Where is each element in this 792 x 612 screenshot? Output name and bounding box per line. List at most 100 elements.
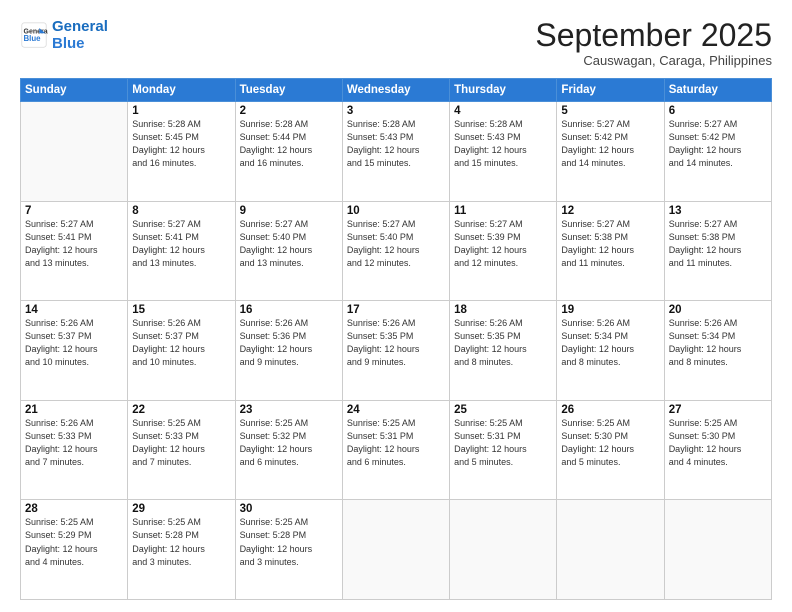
logo-line2: Blue [52, 35, 85, 52]
table-cell: 11Sunrise: 5:27 AM Sunset: 5:39 PM Dayli… [450, 201, 557, 301]
table-cell: 1Sunrise: 5:28 AM Sunset: 5:45 PM Daylig… [128, 102, 235, 202]
day-number: 5 [561, 105, 659, 117]
logo-text: General Blue [52, 18, 108, 53]
day-number: 19 [561, 304, 659, 316]
col-friday: Friday [557, 79, 664, 102]
day-number: 9 [240, 205, 338, 217]
day-number: 24 [347, 404, 445, 416]
day-info: Sunrise: 5:26 AM Sunset: 5:35 PM Dayligh… [454, 317, 552, 369]
day-number: 30 [240, 503, 338, 515]
table-cell: 20Sunrise: 5:26 AM Sunset: 5:34 PM Dayli… [664, 301, 771, 401]
day-info: Sunrise: 5:27 AM Sunset: 5:39 PM Dayligh… [454, 218, 552, 270]
day-number: 14 [25, 304, 123, 316]
table-cell: 9Sunrise: 5:27 AM Sunset: 5:40 PM Daylig… [235, 201, 342, 301]
table-cell: 16Sunrise: 5:26 AM Sunset: 5:36 PM Dayli… [235, 301, 342, 401]
day-number: 11 [454, 205, 552, 217]
day-number: 22 [132, 404, 230, 416]
day-number: 7 [25, 205, 123, 217]
location-subtitle: Causwagan, Caraga, Philippines [535, 53, 772, 68]
header: General Blue General Blue September 2025… [20, 18, 772, 68]
day-number: 13 [669, 205, 767, 217]
day-info: Sunrise: 5:28 AM Sunset: 5:44 PM Dayligh… [240, 118, 338, 170]
day-info: Sunrise: 5:26 AM Sunset: 5:34 PM Dayligh… [669, 317, 767, 369]
day-info: Sunrise: 5:27 AM Sunset: 5:41 PM Dayligh… [132, 218, 230, 270]
logo-icon: General Blue [20, 21, 48, 49]
table-cell: 15Sunrise: 5:26 AM Sunset: 5:37 PM Dayli… [128, 301, 235, 401]
day-number: 15 [132, 304, 230, 316]
day-info: Sunrise: 5:27 AM Sunset: 5:38 PM Dayligh… [669, 218, 767, 270]
table-cell: 14Sunrise: 5:26 AM Sunset: 5:37 PM Dayli… [21, 301, 128, 401]
day-info: Sunrise: 5:27 AM Sunset: 5:42 PM Dayligh… [561, 118, 659, 170]
day-number: 16 [240, 304, 338, 316]
day-number: 26 [561, 404, 659, 416]
day-info: Sunrise: 5:28 AM Sunset: 5:45 PM Dayligh… [132, 118, 230, 170]
col-tuesday: Tuesday [235, 79, 342, 102]
day-number: 17 [347, 304, 445, 316]
day-info: Sunrise: 5:25 AM Sunset: 5:31 PM Dayligh… [454, 417, 552, 469]
table-cell: 3Sunrise: 5:28 AM Sunset: 5:43 PM Daylig… [342, 102, 449, 202]
day-number: 27 [669, 404, 767, 416]
calendar-week-row: 7Sunrise: 5:27 AM Sunset: 5:41 PM Daylig… [21, 201, 772, 301]
calendar-week-row: 14Sunrise: 5:26 AM Sunset: 5:37 PM Dayli… [21, 301, 772, 401]
day-info: Sunrise: 5:26 AM Sunset: 5:36 PM Dayligh… [240, 317, 338, 369]
calendar-table: Sunday Monday Tuesday Wednesday Thursday… [20, 78, 772, 600]
calendar-week-row: 1Sunrise: 5:28 AM Sunset: 5:45 PM Daylig… [21, 102, 772, 202]
table-cell [557, 500, 664, 600]
table-cell: 24Sunrise: 5:25 AM Sunset: 5:31 PM Dayli… [342, 400, 449, 500]
day-info: Sunrise: 5:26 AM Sunset: 5:37 PM Dayligh… [25, 317, 123, 369]
table-cell: 22Sunrise: 5:25 AM Sunset: 5:33 PM Dayli… [128, 400, 235, 500]
day-info: Sunrise: 5:27 AM Sunset: 5:42 PM Dayligh… [669, 118, 767, 170]
day-number: 23 [240, 404, 338, 416]
table-cell: 28Sunrise: 5:25 AM Sunset: 5:29 PM Dayli… [21, 500, 128, 600]
table-cell: 5Sunrise: 5:27 AM Sunset: 5:42 PM Daylig… [557, 102, 664, 202]
day-info: Sunrise: 5:25 AM Sunset: 5:30 PM Dayligh… [561, 417, 659, 469]
col-saturday: Saturday [664, 79, 771, 102]
table-cell: 6Sunrise: 5:27 AM Sunset: 5:42 PM Daylig… [664, 102, 771, 202]
day-info: Sunrise: 5:27 AM Sunset: 5:40 PM Dayligh… [347, 218, 445, 270]
calendar-header-row: Sunday Monday Tuesday Wednesday Thursday… [21, 79, 772, 102]
day-info: Sunrise: 5:25 AM Sunset: 5:30 PM Dayligh… [669, 417, 767, 469]
day-info: Sunrise: 5:27 AM Sunset: 5:38 PM Dayligh… [561, 218, 659, 270]
table-cell: 29Sunrise: 5:25 AM Sunset: 5:28 PM Dayli… [128, 500, 235, 600]
day-number: 3 [347, 105, 445, 117]
table-cell: 23Sunrise: 5:25 AM Sunset: 5:32 PM Dayli… [235, 400, 342, 500]
day-info: Sunrise: 5:26 AM Sunset: 5:34 PM Dayligh… [561, 317, 659, 369]
day-info: Sunrise: 5:26 AM Sunset: 5:35 PM Dayligh… [347, 317, 445, 369]
calendar-week-row: 21Sunrise: 5:26 AM Sunset: 5:33 PM Dayli… [21, 400, 772, 500]
month-title: September 2025 [535, 18, 772, 53]
page: General Blue General Blue September 2025… [0, 0, 792, 612]
day-info: Sunrise: 5:25 AM Sunset: 5:32 PM Dayligh… [240, 417, 338, 469]
day-info: Sunrise: 5:25 AM Sunset: 5:29 PM Dayligh… [25, 516, 123, 568]
table-cell: 27Sunrise: 5:25 AM Sunset: 5:30 PM Dayli… [664, 400, 771, 500]
day-number: 21 [25, 404, 123, 416]
table-cell: 13Sunrise: 5:27 AM Sunset: 5:38 PM Dayli… [664, 201, 771, 301]
table-cell: 4Sunrise: 5:28 AM Sunset: 5:43 PM Daylig… [450, 102, 557, 202]
table-cell [342, 500, 449, 600]
table-cell: 8Sunrise: 5:27 AM Sunset: 5:41 PM Daylig… [128, 201, 235, 301]
day-number: 12 [561, 205, 659, 217]
day-number: 20 [669, 304, 767, 316]
table-cell: 18Sunrise: 5:26 AM Sunset: 5:35 PM Dayli… [450, 301, 557, 401]
table-cell: 12Sunrise: 5:27 AM Sunset: 5:38 PM Dayli… [557, 201, 664, 301]
day-info: Sunrise: 5:26 AM Sunset: 5:37 PM Dayligh… [132, 317, 230, 369]
title-block: September 2025 Causwagan, Caraga, Philip… [535, 18, 772, 68]
svg-text:Blue: Blue [24, 34, 42, 43]
day-info: Sunrise: 5:26 AM Sunset: 5:33 PM Dayligh… [25, 417, 123, 469]
col-wednesday: Wednesday [342, 79, 449, 102]
day-info: Sunrise: 5:28 AM Sunset: 5:43 PM Dayligh… [347, 118, 445, 170]
table-cell: 19Sunrise: 5:26 AM Sunset: 5:34 PM Dayli… [557, 301, 664, 401]
table-cell: 26Sunrise: 5:25 AM Sunset: 5:30 PM Dayli… [557, 400, 664, 500]
day-info: Sunrise: 5:27 AM Sunset: 5:41 PM Dayligh… [25, 218, 123, 270]
day-number: 10 [347, 205, 445, 217]
day-number: 2 [240, 105, 338, 117]
table-cell: 10Sunrise: 5:27 AM Sunset: 5:40 PM Dayli… [342, 201, 449, 301]
day-number: 1 [132, 105, 230, 117]
day-info: Sunrise: 5:25 AM Sunset: 5:28 PM Dayligh… [132, 516, 230, 568]
table-cell [664, 500, 771, 600]
day-info: Sunrise: 5:27 AM Sunset: 5:40 PM Dayligh… [240, 218, 338, 270]
logo: General Blue General Blue [20, 18, 108, 53]
table-cell: 7Sunrise: 5:27 AM Sunset: 5:41 PM Daylig… [21, 201, 128, 301]
day-info: Sunrise: 5:25 AM Sunset: 5:31 PM Dayligh… [347, 417, 445, 469]
calendar-week-row: 28Sunrise: 5:25 AM Sunset: 5:29 PM Dayli… [21, 500, 772, 600]
day-number: 4 [454, 105, 552, 117]
